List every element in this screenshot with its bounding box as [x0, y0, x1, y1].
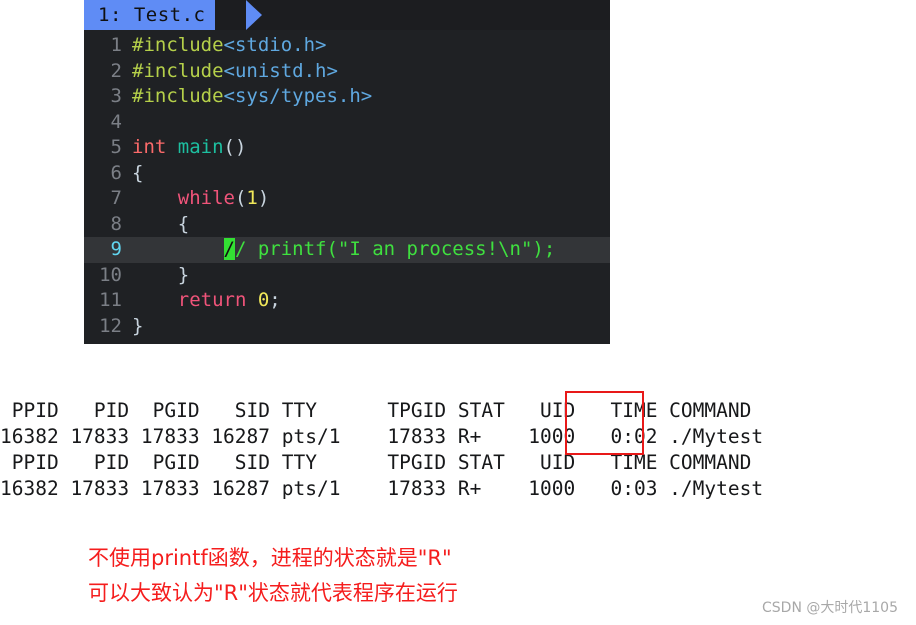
code-text-1: #include<stdio.h>	[132, 33, 610, 59]
code-line-6[interactable]: 6{	[84, 161, 610, 187]
line-number-9: 9	[110, 238, 122, 260]
line-number-7: 7	[110, 187, 122, 209]
code-token: 1	[246, 187, 258, 209]
code-token: / printf("I an process!\n");	[234, 238, 556, 260]
code-token: {	[132, 212, 190, 235]
code-line-8[interactable]: 8 {	[84, 212, 610, 238]
line-number-11: 11	[99, 289, 122, 311]
code-token: ()	[223, 136, 247, 158]
code-text-2: #include<unistd.h>	[132, 59, 610, 85]
code-token: main	[177, 136, 224, 158]
line-number-12: 12	[99, 314, 122, 337]
ps-header-row: PPID PID PGID SID TTY TPGID STAT UID TIM…	[0, 451, 752, 474]
code-text-6: {	[132, 161, 610, 187]
line-number-4: 4	[110, 110, 122, 133]
code-text-8: {	[132, 212, 610, 238]
editor-tab-bar: 1: Test.c bu	[84, 0, 610, 30]
code-token: return	[177, 289, 258, 311]
code-token: )	[257, 187, 270, 209]
code-line-1[interactable]: 1 #include<stdio.h>	[84, 33, 610, 59]
code-line-5[interactable]: 5 int main()	[84, 135, 610, 161]
line-number-3: 3	[110, 85, 122, 107]
line-number-10: 10	[99, 263, 122, 286]
code-token: int	[132, 136, 178, 158]
line-number-1: 1	[110, 34, 122, 56]
code-token: <sys/types.h>	[223, 85, 373, 107]
code-token: 0	[257, 289, 270, 311]
code-token: #include	[132, 59, 224, 82]
code-line-2[interactable]: 2 #include<unistd.h>	[84, 59, 610, 85]
code-token: <stdio.h>	[223, 34, 327, 56]
tab-test-c[interactable]: 1: Test.c	[84, 0, 216, 30]
code-token: #include	[132, 34, 224, 56]
annotation-line-2: 可以大致认为"R"状态就代表程序在运行	[88, 581, 458, 605]
csdn-watermark: CSDN @大时代1105	[762, 600, 898, 616]
code-text-3: #include<sys/types.h>	[132, 84, 610, 110]
line-number-2: 2	[110, 59, 122, 82]
code-token: }	[132, 314, 144, 337]
code-line-4[interactable]: 4	[84, 110, 610, 136]
code-lines-container[interactable]: 1 #include<stdio.h> 2 #include<unistd.h> 3 #i…	[84, 30, 610, 339]
text-cursor: /	[223, 238, 235, 260]
code-token: while	[177, 187, 235, 209]
code-editor-panel: 1: Test.c bu 1#include<stdio.h>2#include…	[84, 0, 610, 344]
code-token: #include	[132, 85, 224, 107]
code-line-3[interactable]: 3 #include<sys/types.h>	[84, 84, 610, 110]
line-number-8: 8	[110, 212, 122, 235]
code-text-5: int main()	[132, 135, 610, 161]
code-line-10[interactable]: 10 }	[84, 263, 610, 289]
ps-data-row: 16382 17833 17833 16287 pts/1 17833 R+ 1…	[0, 477, 764, 500]
line-number-6: 6	[110, 161, 122, 184]
code-token: }	[132, 263, 190, 286]
code-token: ;	[269, 289, 281, 311]
code-token: (	[234, 187, 247, 209]
code-line-9[interactable]: 9 // printf("I an process!\n");	[84, 237, 610, 263]
tab-test-c-arrow-icon	[246, 0, 262, 30]
code-line-7[interactable]: 7 while(1)	[84, 186, 610, 212]
code-text-11: return 0;	[132, 288, 610, 314]
code-line-12[interactable]: 12}	[84, 314, 610, 340]
code-text-10: }	[132, 263, 610, 289]
ps-data-row: 16382 17833 17833 16287 pts/1 17833 R+ 1…	[0, 425, 764, 448]
code-text-9: // printf("I an process!\n");	[132, 237, 610, 263]
code-text-7: while(1)	[132, 186, 610, 212]
line-number-5: 5	[110, 136, 122, 158]
code-text-12: }	[132, 314, 610, 340]
code-token: {	[132, 161, 144, 184]
tab-test-c-label: 1: Test.c	[98, 4, 206, 26]
annotation-notes: 不使用printf函数，进程的状态就是"R" 可以大致认为"R"状态就代表程序在…	[88, 541, 458, 611]
ps-command-output: PPID PID PGID SID TTY TPGID STAT UID TIM…	[0, 398, 916, 502]
code-token: <unistd.h>	[223, 59, 338, 82]
ps-header-row: PPID PID PGID SID TTY TPGID STAT UID TIM…	[0, 399, 752, 422]
code-text-4	[132, 110, 610, 136]
code-line-11[interactable]: 11 return 0;	[84, 288, 610, 314]
annotation-line-1: 不使用printf函数，进程的状态就是"R"	[88, 546, 452, 570]
